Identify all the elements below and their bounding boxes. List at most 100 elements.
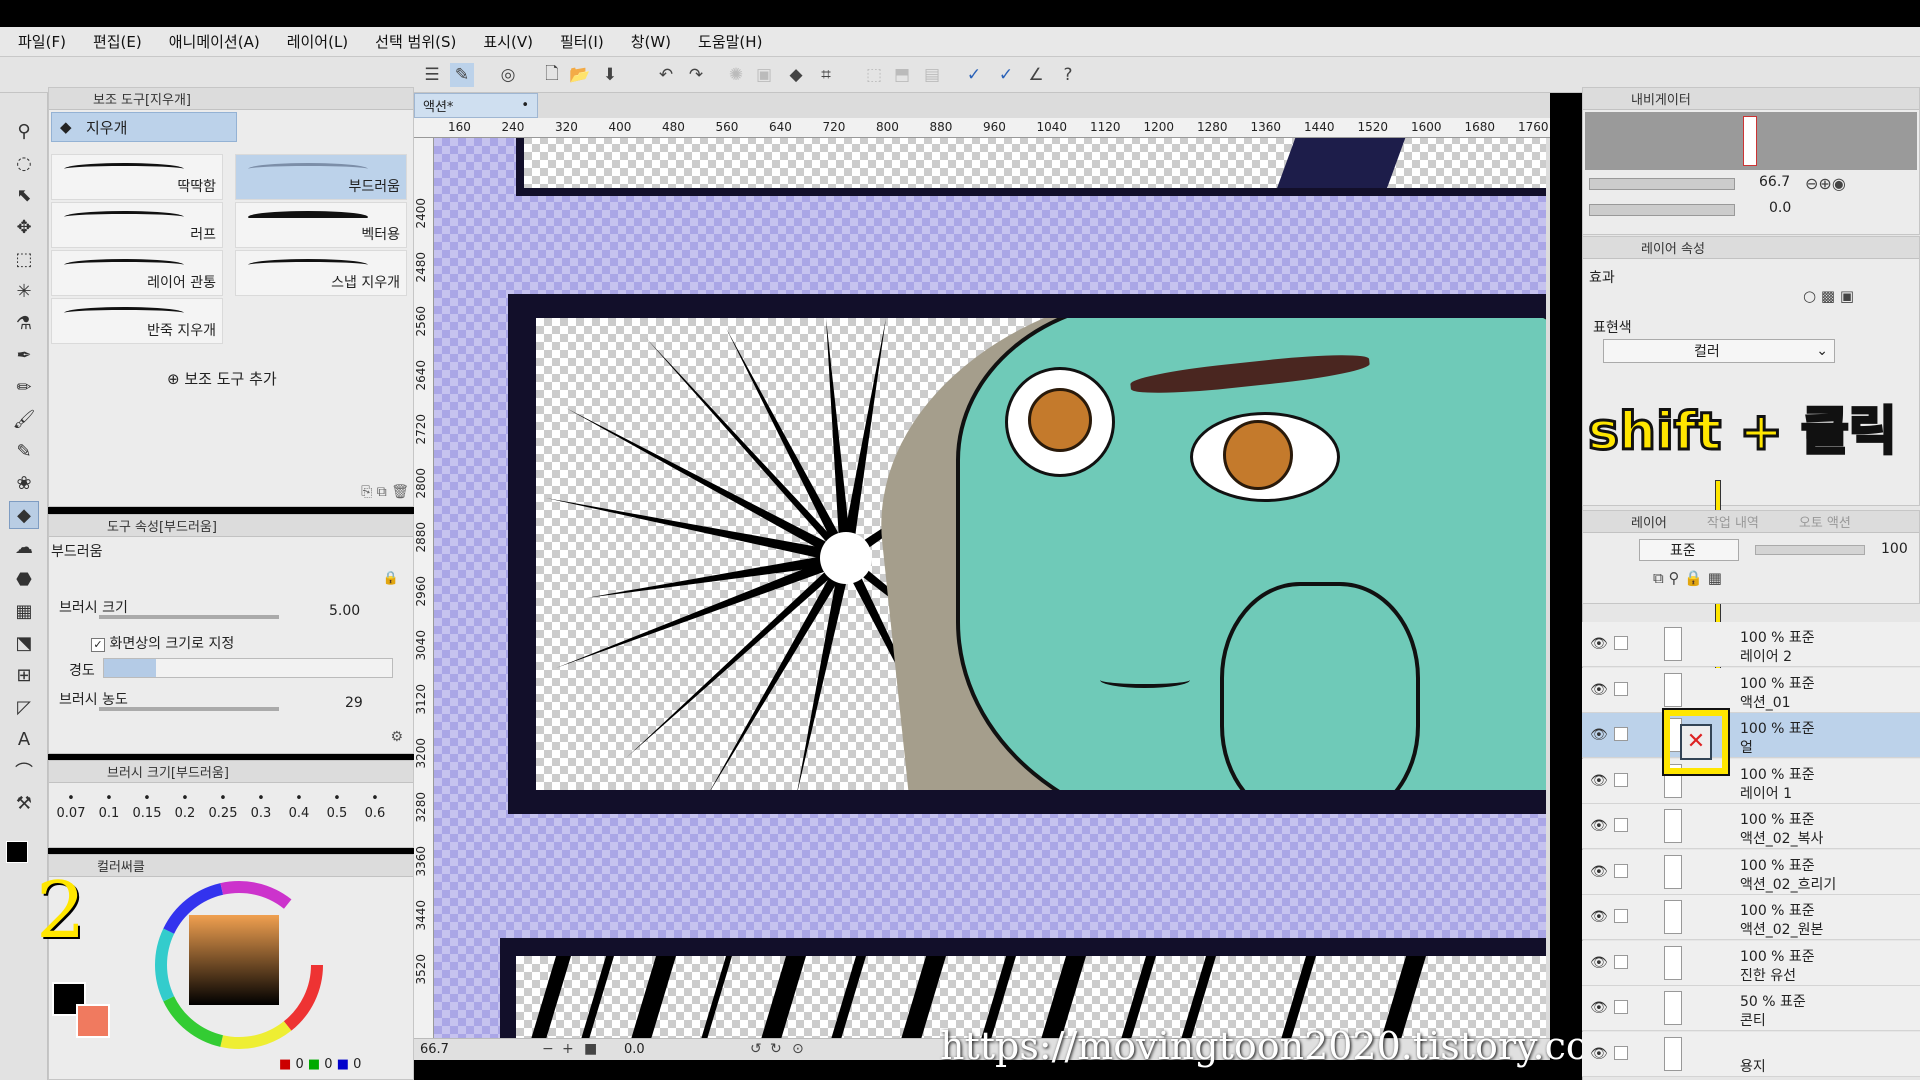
border-effect-icon[interactable]: ○ — [1803, 287, 1816, 305]
move-layer-icon[interactable]: ◌ — [9, 149, 39, 177]
eraser-icon[interactable]: ◆ — [9, 501, 39, 529]
layer-checkbox[interactable] — [1614, 909, 1628, 923]
layer-row[interactable]: 👁 100 % 표준 액션_02_복사 — [1582, 804, 1920, 849]
tone-effect-icon[interactable]: ▩ — [1821, 287, 1835, 305]
visibility-eye-icon[interactable]: 👁 — [1590, 955, 1608, 971]
layer-row[interactable]: 👁 100 % 표준 액션_01 — [1582, 667, 1920, 713]
zoom-icon[interactable]: ⚲ — [9, 117, 39, 145]
brush-density-value[interactable]: 29 — [345, 695, 363, 711]
brush-size-slider[interactable] — [99, 615, 279, 619]
pen-icon[interactable]: ✒ — [9, 341, 39, 369]
operation-icon[interactable]: ⬉ — [9, 181, 39, 209]
hardness-slider[interactable] — [103, 658, 393, 678]
eyedropper-icon[interactable]: ⚗ — [9, 309, 39, 337]
visibility-eye-icon[interactable]: 👁 — [1590, 727, 1608, 743]
decoration-icon[interactable]: ❀ — [9, 469, 39, 497]
brush-preset[interactable]: 벡터용 — [235, 202, 407, 248]
menu-icon[interactable]: ☰ — [420, 63, 444, 87]
deselect-icon[interactable]: ⬚ — [862, 63, 886, 87]
layer-checkbox[interactable] — [1614, 1045, 1628, 1060]
tab-layer[interactable]: 레이어 — [1631, 512, 1667, 531]
clear-outside-icon[interactable]: ▣ — [752, 63, 776, 87]
layer-checkbox[interactable] — [1614, 681, 1628, 696]
menu-window[interactable]: 창(W) — [631, 31, 671, 52]
brush-size-preset[interactable]: • 0.6 — [357, 791, 393, 839]
reference-icon[interactable]: ⚲ — [1669, 569, 1680, 587]
save-icon[interactable]: ⬇ — [598, 63, 622, 87]
visibility-eye-icon[interactable]: 👁 — [1590, 1046, 1608, 1062]
fill-icon[interactable]: ◆ — [784, 63, 808, 87]
ruler-icon[interactable]: ◸ — [9, 693, 39, 721]
brush-icon[interactable]: 🖌 — [9, 405, 39, 433]
layer-checkbox[interactable] — [1614, 727, 1628, 741]
lock-alpha-icon[interactable]: ▦ — [1708, 569, 1722, 587]
main-color-swatch[interactable] — [6, 841, 28, 863]
visibility-eye-icon[interactable]: 👁 — [1590, 682, 1608, 698]
layer-row[interactable]: 👁 100 % 표준 레이어 2 — [1582, 622, 1920, 667]
layer-row[interactable]: 👁 100 % 표준 액션_02_흐리기 — [1582, 849, 1920, 895]
pen-mode-icon[interactable]: ✎ — [450, 63, 474, 87]
snap-ruler-icon[interactable]: ✓ — [962, 63, 986, 87]
navigator-angle-slider[interactable] — [1589, 204, 1735, 216]
brush-size-preset[interactable]: • 0.4 — [281, 791, 317, 839]
manga-page[interactable] — [434, 138, 1546, 1038]
clip-icon[interactable]: ⧉ — [1653, 569, 1664, 587]
layer-color-icon[interactable]: ▣ — [1840, 287, 1854, 305]
menu-file[interactable]: 파일(F) — [18, 31, 66, 52]
layer-row[interactable]: 👁 100 % 표준 얼 — [1582, 713, 1920, 758]
visibility-eye-icon[interactable]: 👁 — [1590, 1000, 1608, 1016]
auto-select-icon[interactable]: ✳ — [9, 277, 39, 305]
brush-density-slider[interactable] — [99, 707, 279, 711]
navigator-angle-value[interactable]: 0.0 — [1769, 200, 1791, 216]
brush-size-preset[interactable]: • 0.3 — [243, 791, 279, 839]
open-folder-icon[interactable]: 📂 — [568, 63, 592, 87]
tab-auto-action[interactable]: 오토 액션 — [1799, 512, 1851, 531]
clear-icon[interactable]: ✺ — [724, 63, 748, 87]
layer-checkbox[interactable] — [1614, 772, 1628, 787]
layer-checkbox[interactable] — [1614, 954, 1628, 969]
rotate-left-icon[interactable]: ↺ — [750, 1041, 762, 1057]
redo-icon[interactable]: ↷ — [684, 63, 708, 87]
layer-row[interactable]: 👁 50 % 표준 콘티 — [1582, 986, 1920, 1031]
delete-subtool-icon[interactable]: 🗑 — [391, 484, 409, 500]
snap-grid-icon[interactable]: ∠ — [1024, 63, 1048, 87]
layer-checkbox[interactable] — [1614, 863, 1628, 878]
brush-preset[interactable]: 레이어 관통 — [51, 250, 223, 296]
visibility-eye-icon[interactable]: 👁 — [1590, 636, 1608, 652]
transform-icon[interactable]: ⌗ — [814, 63, 838, 87]
brush-size-preset[interactable]: • 0.25 — [205, 791, 241, 839]
balloon-icon[interactable]: ⌒ — [9, 757, 39, 785]
tool-settings-icon[interactable]: ⚙ — [390, 729, 403, 745]
menu-layer[interactable]: 레이어(L) — [287, 31, 348, 52]
figure-icon[interactable]: ⬔ — [9, 629, 39, 657]
hidden-layer-icon[interactable]: ✕ — [1680, 724, 1712, 760]
lock-layer-icon[interactable]: 🔒 — [1684, 569, 1703, 587]
sub-color-large[interactable] — [76, 1004, 110, 1038]
layer-checkbox[interactable] — [1614, 636, 1628, 650]
reset-rotate-icon[interactable]: ⊙ — [792, 1041, 804, 1057]
on-screen-size-checkbox[interactable]: ✓ 화면상의 크기로 지정 — [91, 633, 234, 653]
duplicate-subtool-icon[interactable]: ⧉ — [377, 484, 387, 500]
zoom-out-icon[interactable]: − — [542, 1041, 554, 1057]
document-tab[interactable]: 액션* • — [414, 93, 538, 118]
zoom-fit-icon[interactable]: ◉ — [1832, 174, 1846, 193]
lock-icon[interactable]: 🔒 — [383, 571, 399, 586]
opacity-slider[interactable] — [1755, 545, 1865, 555]
undo-icon[interactable]: ↶ — [654, 63, 678, 87]
layer-row[interactable]: 👁 100 % 표준 레이어 1 — [1582, 758, 1920, 804]
layer-row[interactable]: 👁 100 % 표준 액션_02_원본 — [1582, 895, 1920, 940]
pencil-icon[interactable]: ✏ — [9, 373, 39, 401]
spiral-icon[interactable]: ◎ — [496, 63, 520, 87]
brush-size-preset[interactable]: • 0.5 — [319, 791, 355, 839]
canvas-angle-value[interactable]: 0.0 — [624, 1042, 645, 1057]
visibility-eye-icon[interactable]: 👁 — [1590, 909, 1608, 925]
brush-preset[interactable]: 부드러움 — [235, 154, 407, 200]
color-wheel[interactable] — [149, 875, 329, 1055]
copy-subtool-icon[interactable]: ⎘ — [361, 484, 372, 500]
subtool-group-label[interactable]: ◆ 지우개 — [51, 112, 237, 142]
fill-bucket-icon[interactable]: ⬣ — [9, 565, 39, 593]
brush-preset[interactable]: 스냅 지우개 — [235, 250, 407, 296]
menu-edit[interactable]: 편집(E) — [93, 31, 142, 52]
airbrush-icon[interactable]: ✎ — [9, 437, 39, 465]
brush-preset[interactable]: 딱딱함 — [51, 154, 223, 200]
